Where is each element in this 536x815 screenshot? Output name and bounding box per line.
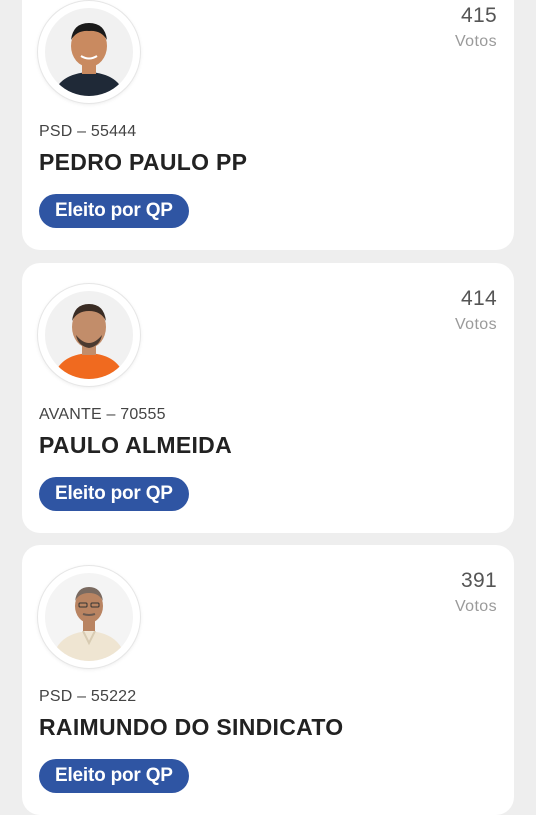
vote-count: 391	[461, 569, 497, 592]
candidate-name: PEDRO PAULO PP	[39, 149, 248, 175]
candidate-card[interactable]: 391 Votos PSD – 55222 RAIMUNDO DO SINDIC…	[22, 545, 514, 815]
candidate-card[interactable]: 415 Votos PSD – 55444 PEDRO PAULO PP Ele…	[22, 0, 514, 250]
status-badge: Eleito por QP	[39, 194, 189, 228]
party-number: AVANTE – 70555	[39, 406, 166, 423]
vote-label: Votos	[454, 316, 497, 333]
party-number: PSD – 55222	[39, 688, 137, 705]
party-number: PSD – 55444	[39, 123, 137, 140]
status-badge: Eleito por QP	[39, 759, 189, 793]
avatar	[38, 1, 140, 103]
vote-label: Votos	[454, 598, 497, 615]
candidate-name: PAULO ALMEIDA	[39, 432, 232, 458]
avatar	[38, 566, 140, 668]
vote-count: 414	[461, 287, 497, 310]
candidate-name: RAIMUNDO DO SINDICATO	[39, 714, 344, 740]
candidate-photo	[45, 291, 133, 379]
vote-count: 415	[461, 4, 497, 27]
candidate-card[interactable]: 414 Votos AVANTE – 70555 PAULO ALMEIDA E…	[22, 263, 514, 533]
avatar	[38, 284, 140, 386]
vote-label: Votos	[454, 33, 497, 50]
candidate-photo	[45, 8, 133, 96]
status-badge: Eleito por QP	[39, 477, 189, 511]
candidate-photo	[45, 573, 133, 661]
